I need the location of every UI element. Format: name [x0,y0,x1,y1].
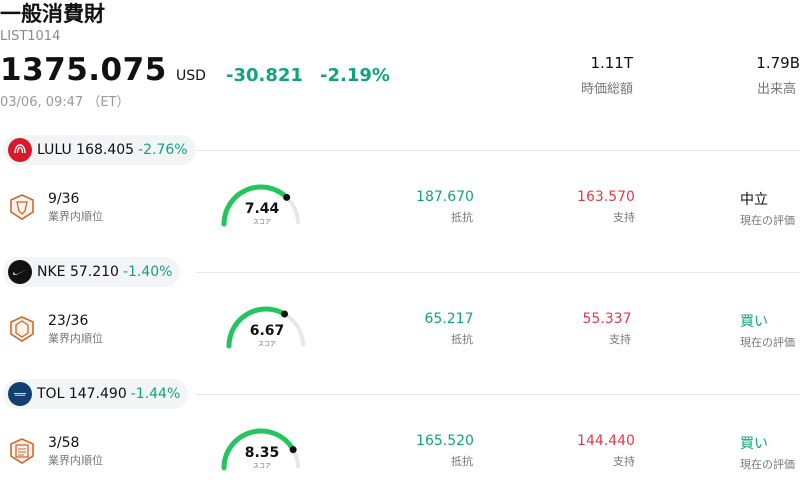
resistance-label: 抵抗 [451,211,473,224]
score-label: スコア [257,341,276,348]
industry-rank: 3/58 [48,435,80,451]
rating-label: 現在の評価 [740,214,795,227]
toll-brothers-logo-icon [8,382,32,406]
stock-symbol: TOL 147.490 [37,386,127,402]
rating-label: 現在の評価 [740,458,795,471]
resistance-label: 抵抗 [451,333,473,346]
rank-badge-icon [10,438,34,464]
market-cap-value: 1.11T [590,54,633,72]
rating-value: 買い [740,314,768,330]
volume-value: 1.79B [756,54,800,72]
stock-change: -1.44% [130,386,181,402]
support-label: 支持 [613,211,635,224]
divider [196,272,800,273]
score-label: スコア [252,219,271,226]
resistance-value: 65.217 [424,311,474,327]
stock-pill-tol[interactable]: TOL 147.490 -1.44% [3,379,189,409]
score-value: 6.67 [249,323,285,339]
score-value: 7.44 [244,201,280,217]
rank-badge-icon [10,194,34,220]
industry-rank: 23/36 [48,313,89,329]
rating-value: 中立 [740,192,768,208]
currency-label: USD [176,68,206,84]
score-value: 8.35 [244,445,280,461]
price-change-percent: -2.19% [320,65,390,86]
price-change: -30.821 [226,65,303,86]
divider [196,394,800,395]
stock-change: -2.76% [138,142,188,158]
lululemon-logo-icon [8,138,32,162]
rating-value: 買い [740,436,768,452]
resistance-label: 抵抗 [451,455,473,468]
stock-symbol: LULU 168.405 [37,142,135,158]
support-label: 支持 [609,333,631,346]
stock-pill-nke[interactable]: NKE 57.210 -1.40% [3,257,181,287]
market-cap-label: 時価総額 [580,82,633,97]
support-value: 163.570 [577,189,635,205]
index-price: 1375.075 [0,52,167,88]
resistance-value: 187.670 [416,189,474,205]
nike-logo-icon [8,260,32,284]
stock-symbol: NKE 57.210 [37,264,119,280]
support-label: 支持 [613,455,635,468]
page-title: 一般消費財 [0,2,105,26]
volume-label: 出来高 [756,82,796,97]
industry-rank-label: 業界内順位 [48,454,103,467]
divider [196,150,800,151]
industry-rank: 9/36 [48,191,80,207]
stock-pill-lulu[interactable]: LULU 168.405 -2.76% [3,135,196,165]
stock-change: -1.40% [122,264,173,280]
rating-label: 現在の評価 [740,336,795,349]
resistance-value: 165.520 [416,433,474,449]
index-code: LIST1014 [0,29,61,44]
support-value: 144.440 [577,433,635,449]
score-label: スコア [252,463,271,470]
timestamp: 03/06, 09:47 （ET） [0,95,130,110]
industry-rank-label: 業界内順位 [48,332,103,345]
industry-rank-label: 業界内順位 [48,210,103,223]
support-value: 55.337 [582,311,632,327]
rank-badge-icon [10,316,34,342]
